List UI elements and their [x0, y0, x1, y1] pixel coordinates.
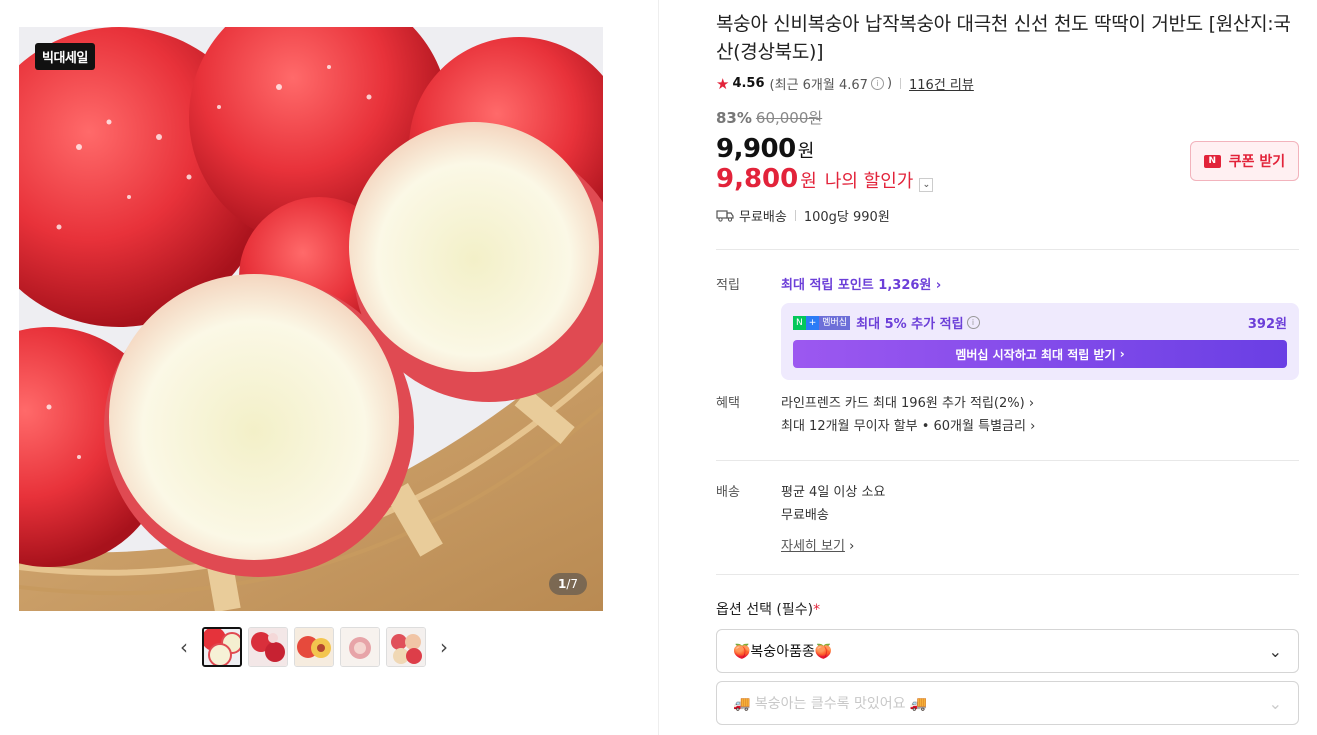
delivery-details-link[interactable]: 자세히 보기 ›: [781, 535, 885, 558]
points-label: 적립: [716, 278, 740, 293]
product-title: 복숭아 신비복숭아 납작복숭아 대극천 신선 천도 딱딱이 거반도 [원산지:국…: [716, 13, 1291, 63]
badge-n: N: [793, 315, 806, 330]
unit-price: 100g당 990원: [803, 210, 890, 225]
chevron-left-icon[interactable]: ‹: [176, 627, 192, 667]
divider: [716, 574, 1299, 575]
my-price-label: 나의 할인가: [824, 171, 914, 192]
option-select-variety[interactable]: 🍑복숭아품종🍑 ⌄: [716, 629, 1299, 673]
thumbnail-strip: ‹ ›: [176, 627, 452, 667]
option-select-value: 🍑복숭아품종🍑: [733, 644, 833, 660]
chevron-down-icon: ⌄: [1268, 641, 1282, 661]
details-link-text: 자세히 보기: [781, 539, 845, 554]
option-title: 옵션 선택 (필수)*: [716, 599, 1299, 619]
card-benefit[interactable]: 라인프렌즈 카드 최대 196원 추가 적립(2%) ›: [781, 392, 1035, 415]
currency: 원: [800, 171, 817, 192]
discount-rate: 83%: [716, 109, 752, 127]
badge-plus: +: [805, 315, 820, 330]
naver-icon: N: [1203, 154, 1221, 168]
recent-rating-close: ): [886, 76, 893, 91]
chevron-right-icon[interactable]: ›: [436, 627, 452, 667]
benefits-label: 혜택: [716, 396, 740, 411]
option-title-text: 옵션 선택 (필수): [716, 602, 814, 618]
info-icon[interactable]: i: [966, 316, 980, 329]
product-gallery: 빅대세일 1/7 ‹ ›: [0, 0, 659, 735]
coupon-label: 쿠폰 받기: [1228, 154, 1286, 170]
membership-start-button[interactable]: 멤버십 시작하고 최대 적립 받기 ›: [793, 340, 1287, 368]
original-price: 60,000원: [755, 109, 823, 127]
badge-member: 멤버십: [819, 315, 851, 330]
thumbnail-1[interactable]: [202, 627, 242, 667]
delivery-label: 배송: [716, 485, 740, 500]
delivery-fee: 무료배송: [781, 508, 829, 523]
max-points-text: 최대 적립 포인트 1,326원: [781, 278, 932, 293]
sale-badge: 빅대세일: [35, 43, 95, 70]
delivery-row: 배송 평균 4일 이상 소요 무료배송 자세히 보기 ›: [716, 481, 1299, 558]
membership-badge: N + 멤버십: [793, 315, 851, 330]
star-icon: ★: [716, 74, 730, 93]
option-select-placeholder: 🚚 복숭아는 클수록 맛있어요 🚚: [733, 696, 928, 712]
points-row: 적립 최대 적립 포인트 1,326원 › N + 멤버십 최대 5% 추가 적립 …: [716, 274, 1299, 380]
divider: [716, 460, 1299, 461]
installment-benefit[interactable]: 최대 12개월 무이자 할부 • 60개월 특별금리 ›: [781, 415, 1035, 438]
option-select-size[interactable]: 🚚 복숭아는 클수록 맛있어요 🚚 ⌄: [716, 681, 1299, 725]
max-points-link[interactable]: 최대 적립 포인트 1,326원 ›: [781, 274, 1299, 293]
recent-rating: (최근 6개월 4.67: [769, 78, 868, 93]
sale-price-value: 9,900: [716, 134, 796, 164]
discount-row: 83% 60,000원: [716, 107, 1299, 128]
currency: 원: [797, 141, 815, 162]
delivery-time: 평균 4일 이상 소요: [781, 485, 886, 500]
rating-value: 4.56: [732, 76, 765, 91]
membership-box: N + 멤버십 최대 5% 추가 적립 i 392원 멤버십 시작하고 최대 적립 …: [781, 303, 1299, 380]
truck-icon: [716, 210, 734, 222]
shipping-row: 무료배송 100g당 990원: [716, 206, 1299, 225]
member-points: 392원: [1247, 317, 1287, 332]
card-benefit-text: 라인프렌즈 카드 최대 196원 추가 적립(2%): [781, 396, 1025, 411]
thumbnail-2[interactable]: [248, 627, 288, 667]
thumbnail-5[interactable]: [386, 627, 426, 667]
price-area: 83% 60,000원 9,900 원 9,800 원 나의 할인가 ⌄ N 쿠폰 받기 무…: [716, 107, 1299, 225]
divider: [716, 249, 1299, 250]
member-extra-text: 최대 5% 추가 적립: [856, 317, 964, 332]
divider: [900, 78, 902, 89]
thumbnail-3[interactable]: [294, 627, 334, 667]
chevron-down-icon[interactable]: ⌄: [919, 178, 934, 192]
peach-photo: [19, 27, 603, 611]
info-icon[interactable]: i: [870, 77, 884, 90]
rating-row: ★ 4.56 (최근 6개월 4.67 i ) 116건 리뷰: [716, 74, 1299, 94]
counter-total: /7: [566, 577, 578, 591]
my-price-value: 9,800: [716, 164, 799, 194]
membership-button-label: 멤버십 시작하고 최대 적립 받기: [955, 347, 1116, 362]
product-info: 복숭아 신비복숭아 납작복숭아 대극천 신선 천도 딱딱이 거반도 [원산지:국…: [716, 0, 1299, 725]
image-counter: 1/7: [548, 573, 587, 595]
coupon-button[interactable]: N 쿠폰 받기: [1190, 141, 1299, 181]
thumbnail-4[interactable]: [340, 627, 380, 667]
installment-benefit-text: 최대 12개월 무이자 할부 • 60개월 특별금리: [781, 419, 1026, 434]
shipping-free: 무료배송: [739, 210, 787, 225]
required-mark: *: [813, 602, 821, 618]
divider: [794, 210, 796, 221]
chevron-down-icon: ⌄: [1268, 693, 1282, 713]
reviews-link[interactable]: 116건 리뷰: [909, 74, 974, 93]
benefits-row: 혜택 라인프렌즈 카드 최대 196원 추가 적립(2%) › 최대 12개월 …: [716, 392, 1299, 438]
product-main-image[interactable]: 빅대세일 1/7: [19, 27, 603, 611]
